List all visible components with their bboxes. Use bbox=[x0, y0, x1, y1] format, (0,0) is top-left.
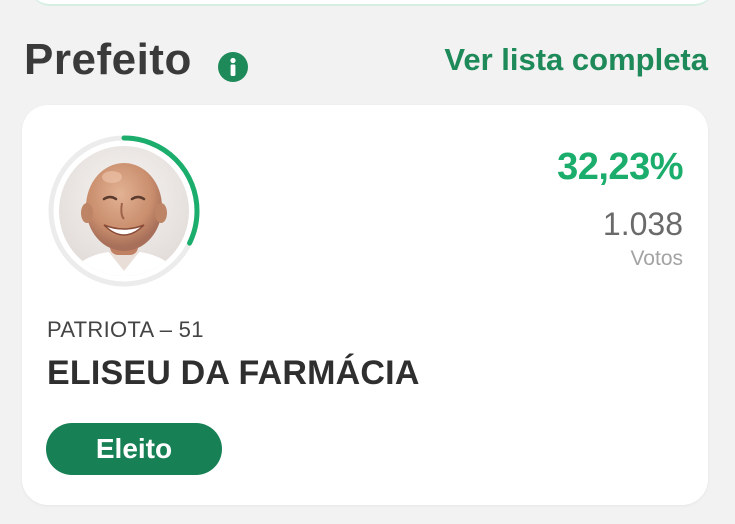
votes-label: Votos bbox=[630, 247, 683, 270]
candidate-photo bbox=[59, 146, 189, 276]
candidate-name: ELISEU DA FARMÁCIA bbox=[47, 354, 420, 392]
party-and-number: PATRIOTA – 51 bbox=[47, 317, 204, 342]
vote-stats: 32,23% 1.038 Votos bbox=[557, 145, 683, 271]
vote-count: 1.038 bbox=[602, 206, 683, 242]
info-icon[interactable] bbox=[218, 52, 248, 82]
candidate-card[interactable]: 32,23% 1.038 Votos PATRIOTA – 51 ELISEU … bbox=[22, 105, 708, 505]
vote-percentage: 32,23% bbox=[557, 146, 683, 188]
see-full-list-link[interactable]: Ver lista completa bbox=[444, 40, 708, 80]
avatar bbox=[46, 133, 202, 289]
section-title: Prefeito bbox=[24, 35, 192, 84]
status-badge: Eleito bbox=[46, 423, 222, 475]
previous-card-edge bbox=[30, 0, 714, 6]
section-header: Prefeito Ver lista completa bbox=[24, 34, 708, 88]
